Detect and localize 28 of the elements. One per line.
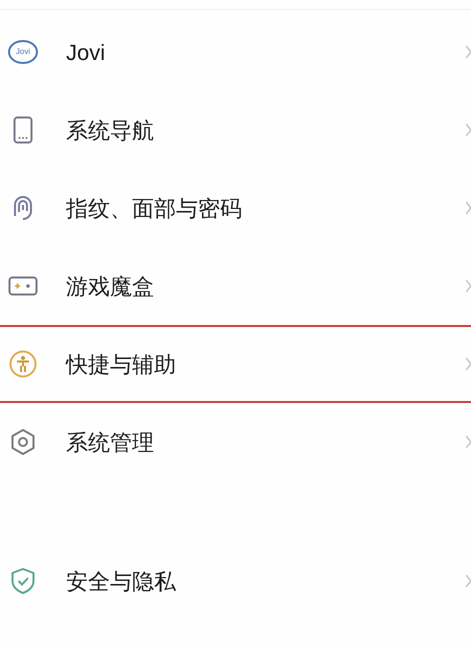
item-label: 指纹、面部与密码 xyxy=(66,194,243,222)
item-label: 游戏魔盒 xyxy=(66,272,155,300)
settings-item[interactable]: 系统导航 xyxy=(0,91,471,169)
hexagon-settings-icon xyxy=(9,428,37,456)
chevron-icon xyxy=(466,279,471,293)
settings-item[interactable]: 游戏魔盒 xyxy=(0,247,471,325)
settings-item[interactable]: 系统管理 xyxy=(0,403,471,481)
settings-item[interactable]: Jovi Jovi xyxy=(0,13,471,91)
chevron-icon xyxy=(466,123,471,137)
item-label: 快捷与辅助 xyxy=(66,350,177,378)
shield-check-icon xyxy=(10,567,36,595)
accessibility-icon xyxy=(9,350,37,378)
item-label: 系统管理 xyxy=(66,428,155,456)
fingerprint-icon xyxy=(11,194,35,222)
settings-item[interactable]: 指纹、面部与密码 xyxy=(0,169,471,247)
game-box-icon xyxy=(8,276,38,296)
chevron-icon xyxy=(466,45,471,59)
settings-item[interactable]: 快捷与辅助 xyxy=(0,325,471,403)
chevron-icon xyxy=(466,357,471,371)
settings-item[interactable]: 安全与隐私 xyxy=(0,542,471,620)
jovi-logo-icon: Jovi xyxy=(8,40,38,64)
phone-icon xyxy=(13,116,33,144)
chevron-icon xyxy=(466,435,471,449)
chevron-icon xyxy=(466,574,471,588)
chevron-icon xyxy=(466,201,471,215)
item-label: 安全与隐私 xyxy=(66,568,177,596)
item-label: 系统导航 xyxy=(66,116,155,144)
item-label: Jovi xyxy=(66,38,106,66)
